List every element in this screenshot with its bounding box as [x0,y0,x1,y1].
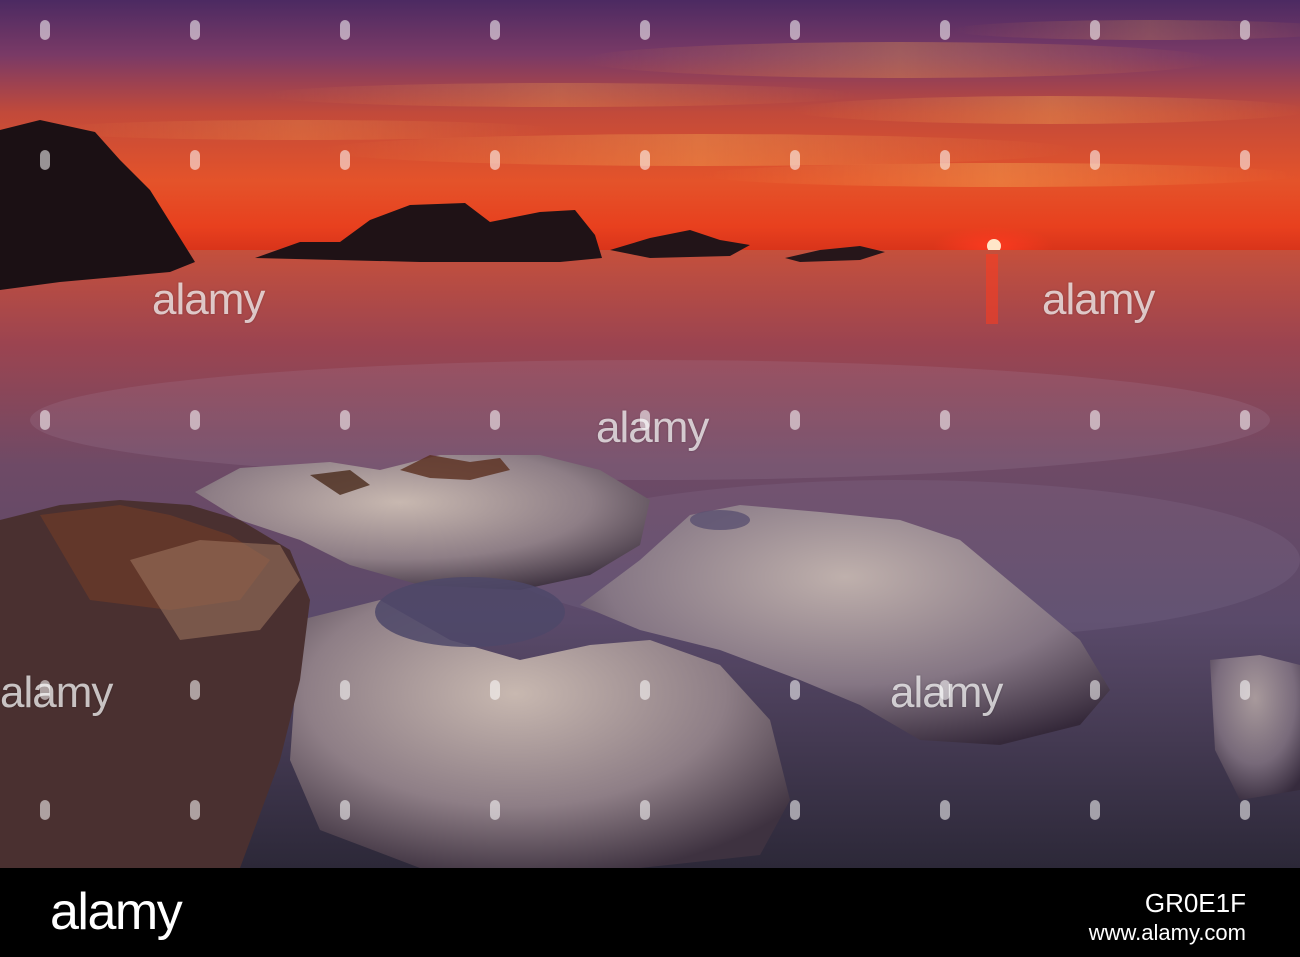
image-id: GR0E1F [1144,888,1246,918]
alamy-logo: alamy [50,883,183,941]
sunset-seascape-photo [0,0,1300,868]
footer-bar: alamy GR0E1F www.alamy.com [0,868,1300,957]
site-url: www.alamy.com [1088,920,1246,945]
